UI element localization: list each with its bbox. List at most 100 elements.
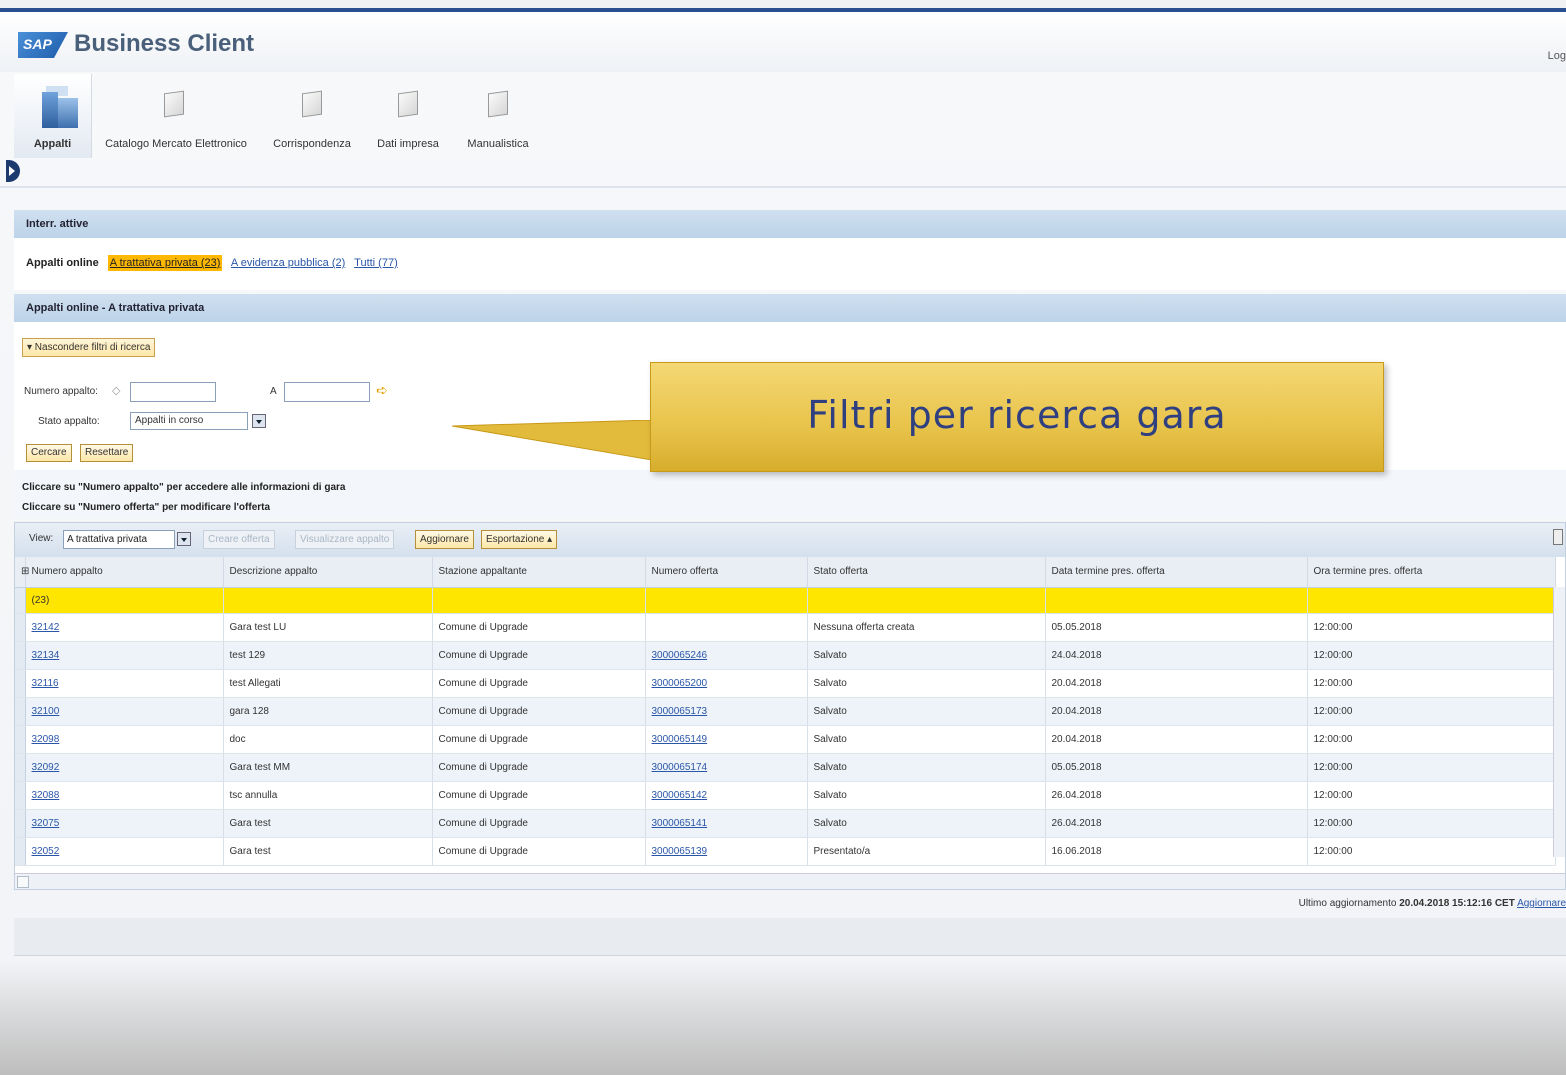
hide-filters-toggle[interactable]: ▾ Nascondere filtri di ricerca xyxy=(22,338,156,357)
row-selector[interactable] xyxy=(15,781,26,810)
table-row[interactable]: 32116 test Allegati Comune di Upgrade 30000… xyxy=(15,669,1556,698)
status-refresh-link[interactable]: Aggiornare xyxy=(1517,898,1566,909)
horizontal-scrollbar[interactable] xyxy=(15,873,1565,889)
filter-cell[interactable] xyxy=(807,587,1046,614)
column-header[interactable]: Data termine pres. offerta xyxy=(1045,557,1308,588)
cell-numero[interactable]: 32116 xyxy=(25,669,224,698)
filter-cell[interactable] xyxy=(432,587,646,614)
select-all-icon[interactable]: ⊞ xyxy=(15,557,29,588)
cell-offerta[interactable]: 3000065141 xyxy=(645,809,808,838)
cell-offerta[interactable]: 3000065142 xyxy=(645,781,808,810)
row-selector[interactable] xyxy=(15,753,26,782)
offer-number-link[interactable]: 3000065142 xyxy=(652,790,708,801)
create-offer-button[interactable]: Creare offerta xyxy=(203,530,275,549)
tender-number-link[interactable]: 32134 xyxy=(32,650,60,661)
tab-tutti[interactable]: Tutti (77) xyxy=(354,257,398,269)
tender-number-link[interactable]: 32116 xyxy=(32,678,59,689)
cell-offerta[interactable]: 3000065139 xyxy=(645,837,808,866)
cell-numero[interactable]: 32052 xyxy=(25,837,224,866)
column-header[interactable]: Numero offerta xyxy=(645,557,808,588)
offer-number-link[interactable]: 3000065174 xyxy=(652,762,708,773)
scroll-left-icon[interactable] xyxy=(17,876,29,888)
table-row[interactable]: 32142 Gara test LU Comune di Upgrade Nessun… xyxy=(15,613,1556,642)
tender-number-link[interactable]: 32098 xyxy=(32,734,60,745)
numero-appalto-from-input[interactable] xyxy=(130,382,216,402)
nav-item-manualistica[interactable]: Manualistica xyxy=(456,74,540,158)
cell-numero[interactable]: 32098 xyxy=(25,725,224,754)
stato-appalto-select[interactable]: Appalti in corso xyxy=(130,412,248,430)
filter-cell[interactable] xyxy=(1045,587,1308,614)
logoff-link[interactable]: Log xyxy=(1548,50,1566,62)
chevron-down-icon[interactable] xyxy=(252,414,266,428)
row-selector[interactable] xyxy=(15,697,26,726)
offer-number-link[interactable]: 3000065141 xyxy=(652,818,708,829)
arrow-right-icon[interactable]: ➪ xyxy=(376,382,388,399)
filter-count[interactable]: (23) xyxy=(25,587,224,614)
column-header[interactable]: Stato offerta xyxy=(807,557,1046,588)
reset-button[interactable]: Resettare xyxy=(80,444,134,462)
offer-number-link[interactable]: 3000065173 xyxy=(652,706,708,717)
cell-offerta[interactable]: 3000065174 xyxy=(645,753,808,782)
cell-offerta[interactable]: 3000065246 xyxy=(645,641,808,670)
filter-cell[interactable] xyxy=(645,587,808,614)
cell-offerta[interactable]: 3000065173 xyxy=(645,697,808,726)
cell-numero[interactable]: 32088 xyxy=(25,781,224,810)
cell-numero[interactable]: 32092 xyxy=(25,753,224,782)
vertical-scrollbar[interactable] xyxy=(1553,587,1565,857)
cell-numero[interactable]: 32100 xyxy=(25,697,224,726)
table-row[interactable]: 32092 Gara test MM Comune di Upgrade 300006… xyxy=(15,753,1556,782)
column-header[interactable]: Descrizione appalto xyxy=(223,557,433,588)
offer-number-link[interactable]: 3000065139 xyxy=(652,846,708,857)
cell-stazione: Comune di Upgrade xyxy=(432,613,646,642)
numero-appalto-to-input[interactable] xyxy=(284,382,370,402)
tender-number-link[interactable]: 32142 xyxy=(32,622,60,633)
nav-item-catalogo[interactable]: Catalogo Mercato Elettronico xyxy=(98,74,254,158)
refresh-button[interactable]: Aggiornare xyxy=(415,530,474,549)
settings-icon[interactable] xyxy=(1553,529,1563,545)
tender-number-link[interactable]: 32092 xyxy=(32,762,60,773)
offer-number-link[interactable]: 3000065149 xyxy=(652,734,708,745)
expand-panel-button[interactable] xyxy=(6,160,20,182)
tab-evidenza-pubblica[interactable]: A evidenza pubblica (2) xyxy=(231,257,345,269)
filter-cell[interactable] xyxy=(1307,587,1556,614)
table-row[interactable]: 32098 doc Comune di Upgrade 3000065149 Salva… xyxy=(15,725,1556,754)
row-selector[interactable] xyxy=(15,837,26,866)
table-row[interactable]: 32088 tsc annulla Comune di Upgrade 3000065… xyxy=(15,781,1556,810)
filter-cell[interactable] xyxy=(223,587,433,614)
offer-number-link[interactable]: 3000065200 xyxy=(652,678,708,689)
nav-item-dati-impresa[interactable]: Dati impresa xyxy=(368,74,448,158)
tender-number-link[interactable]: 32088 xyxy=(32,790,60,801)
row-selector[interactable] xyxy=(15,809,26,838)
row-selector[interactable] xyxy=(15,669,26,698)
table-row[interactable]: 32052 Gara test Comune di Upgrade 300006513… xyxy=(15,837,1556,866)
row-selector[interactable] xyxy=(15,641,26,670)
view-select[interactable]: A trattativa privata xyxy=(63,530,175,549)
row-selector[interactable] xyxy=(15,613,26,642)
table-row[interactable]: 32075 Gara test Comune di Upgrade 300006514… xyxy=(15,809,1556,838)
search-button[interactable]: Cercare xyxy=(26,444,72,462)
nav-item-appalti[interactable]: Appalti xyxy=(14,74,92,158)
row-selector[interactable] xyxy=(15,587,26,614)
table-row[interactable]: 32100 gara 128 Comune di Upgrade 3000065173… xyxy=(15,697,1556,726)
export-button[interactable]: Esportazione ▴ xyxy=(481,530,558,549)
cell-numero[interactable]: 32075 xyxy=(25,809,224,838)
instruction-line: Cliccare su "Numero appalto" per acceder… xyxy=(22,482,346,493)
table-row[interactable]: 32134 test 129 Comune di Upgrade 3000065246… xyxy=(15,641,1556,670)
chevron-down-icon[interactable] xyxy=(177,532,191,546)
tender-number-link[interactable]: 32075 xyxy=(32,818,60,829)
cell-offerta[interactable]: 3000065200 xyxy=(645,669,808,698)
column-header[interactable]: Ora termine pres. offerta xyxy=(1307,557,1556,588)
view-tender-button[interactable]: Visualizzare appalto xyxy=(295,530,395,549)
nav-item-corrispondenza[interactable]: Corrispondenza xyxy=(262,74,362,158)
cell-numero[interactable]: 32142 xyxy=(25,613,224,642)
cell-numero[interactable]: 32134 xyxy=(25,641,224,670)
results-table-panel: View: A trattativa privata Creare offert… xyxy=(14,522,1566,890)
column-header[interactable]: Numero appalto xyxy=(25,557,224,588)
row-selector[interactable] xyxy=(15,725,26,754)
offer-number-link[interactable]: 3000065246 xyxy=(652,650,708,661)
tab-trattativa-privata[interactable]: A trattativa privata (23) xyxy=(107,255,223,271)
column-header[interactable]: Stazione appaltante xyxy=(432,557,646,588)
cell-offerta[interactable]: 3000065149 xyxy=(645,725,808,754)
tender-number-link[interactable]: 32052 xyxy=(32,846,60,857)
tender-number-link[interactable]: 32100 xyxy=(32,706,60,717)
